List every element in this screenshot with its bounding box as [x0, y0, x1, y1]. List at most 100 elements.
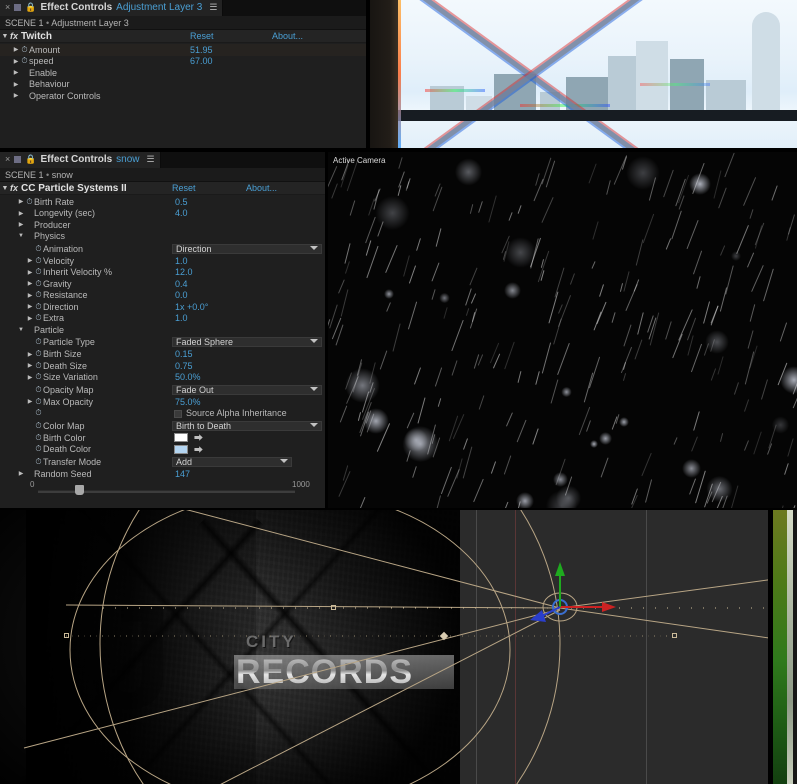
about-link[interactable]: About... — [246, 183, 277, 193]
property-value[interactable]: 0.4 — [175, 279, 188, 289]
color-swatch[interactable] — [174, 444, 188, 454]
dropdown-select[interactable]: Birth to Death — [172, 420, 322, 431]
disclosure-triangle-icon[interactable]: ▶ — [12, 81, 20, 88]
lock-icon[interactable]: 🔒 — [25, 2, 36, 13]
property-row[interactable]: ⏱ Source Alpha Inheritance — [0, 408, 325, 420]
tab-effect-controls-adjustment-layer[interactable]: × 🔒 Effect Controls Adjustment Layer 3 ☰ — [0, 0, 224, 16]
stopwatch-icon[interactable]: ⏱ — [34, 397, 43, 407]
glitch-skyline-preview[interactable] — [370, 0, 797, 148]
stopwatch-icon[interactable]: ⏱ — [34, 408, 43, 418]
property-row[interactable]: ▶ ⏱ Death Size 0.75 — [0, 360, 325, 372]
disclosure-triangle-icon[interactable]: ▶ — [26, 280, 34, 287]
path-handle[interactable] — [672, 633, 677, 638]
disclosure-triangle-icon[interactable]: ▶ — [17, 198, 25, 205]
stopwatch-icon[interactable]: ⏱ — [20, 45, 29, 55]
property-row[interactable]: ▶ ⏱ Max Opacity 75.0% — [0, 396, 325, 408]
stopwatch-icon[interactable]: ⏱ — [34, 337, 43, 347]
close-icon[interactable]: × — [5, 3, 10, 12]
stopwatch-icon[interactable]: ⏱ — [34, 256, 43, 266]
property-row[interactable]: ▶ ⏱ Birth Rate 0.5 — [0, 196, 325, 208]
panel-menu-icon[interactable]: ☰ — [209, 2, 217, 13]
property-row[interactable]: ▶ Random Seed 147 — [0, 468, 325, 480]
checkbox[interactable] — [174, 409, 182, 418]
property-row[interactable]: ▶ Operator Controls — [0, 90, 366, 102]
property-row[interactable]: ▶ Producer — [0, 219, 325, 231]
property-value[interactable]: 12.0 — [175, 267, 193, 277]
property-row[interactable]: ⏱ Particle Type Faded Sphere — [0, 336, 325, 349]
property-row[interactable]: ⏱ Transfer Mode Add — [0, 455, 325, 468]
path-handle[interactable] — [331, 605, 336, 610]
disclosure-open-icon[interactable]: ▼ — [17, 233, 25, 239]
reset-link[interactable]: Reset — [172, 183, 196, 193]
property-value[interactable]: 0.15 — [175, 349, 193, 359]
lock-icon[interactable]: 🔒 — [25, 154, 36, 165]
tab-effect-controls-snow[interactable]: × 🔒 Effect Controls snow ☰ — [0, 152, 161, 168]
disclosure-triangle-icon[interactable]: ▶ — [17, 210, 25, 217]
property-row[interactable]: ▶ ⏱ Gravity 0.4 — [0, 278, 325, 290]
property-row[interactable]: ⏱ Death Color ⮕ — [0, 444, 325, 456]
disclosure-triangle-icon[interactable]: ▶ — [26, 303, 34, 310]
property-row[interactable]: ▶ Enable — [0, 67, 366, 79]
disclosure-triangle-icon[interactable]: ▶ — [26, 398, 34, 405]
property-value[interactable]: 0.75 — [175, 361, 193, 371]
disclosure-triangle-icon[interactable]: ▶ — [26, 315, 34, 322]
stopwatch-icon[interactable]: ⏱ — [34, 457, 43, 467]
disclosure-triangle-icon[interactable]: ▶ — [12, 46, 20, 53]
stopwatch-icon[interactable]: ⏱ — [34, 372, 43, 382]
axis-gizmo[interactable] — [520, 560, 640, 650]
property-row[interactable]: ▼ Physics — [0, 231, 325, 243]
close-icon[interactable]: × — [5, 155, 10, 164]
property-value[interactable]: 1.0 — [175, 256, 188, 266]
property-value[interactable]: 147 — [175, 469, 190, 479]
random-seed-slider[interactable]: 0 1000 — [0, 480, 325, 496]
property-row[interactable]: ⏱ Opacity Map Fade Out — [0, 383, 325, 396]
disclosure-triangle-icon[interactable]: ▶ — [26, 374, 34, 381]
property-value[interactable]: 4.0 — [175, 208, 188, 218]
color-swatch[interactable] — [174, 433, 188, 442]
property-row[interactable]: ▼ Particle — [0, 324, 325, 336]
property-row[interactable]: ▶ ⏱ Resistance 0.0 — [0, 290, 325, 302]
disclosure-triangle-icon[interactable]: ▶ — [26, 292, 34, 299]
disclosure-triangle-icon[interactable]: ▼ — [0, 33, 10, 40]
dropdown-select[interactable]: Add — [172, 456, 292, 467]
disclosure-triangle-icon[interactable]: ▶ — [26, 269, 34, 276]
dropdown-select[interactable]: Direction — [172, 243, 322, 254]
property-row[interactable]: ▶ Behaviour — [0, 79, 366, 91]
path-handle[interactable] — [64, 633, 69, 638]
disclosure-triangle-icon[interactable]: ▼ — [0, 185, 10, 192]
stopwatch-icon[interactable]: ⏱ — [34, 267, 43, 277]
property-row[interactable]: ▶ ⏱ Direction 1x +0.0° — [0, 301, 325, 313]
stopwatch-icon[interactable]: ⏱ — [34, 279, 43, 289]
property-row[interactable]: ⏱ Animation Direction — [0, 242, 325, 255]
stopwatch-icon[interactable]: ⏱ — [34, 302, 43, 312]
stopwatch-icon[interactable]: ⏱ — [34, 349, 43, 359]
property-value[interactable]: 50.0% — [175, 372, 201, 382]
disclosure-triangle-icon[interactable]: ▶ — [26, 362, 34, 369]
stopwatch-icon[interactable]: ⏱ — [34, 313, 43, 323]
stopwatch-icon[interactable]: ⏱ — [34, 290, 43, 300]
property-row[interactable]: ▶ Longevity (sec) 4.0 — [0, 208, 325, 220]
property-row[interactable]: ▶ ⏱ Velocity 1.0 — [0, 255, 325, 267]
stopwatch-icon[interactable]: ⏱ — [25, 197, 34, 207]
disclosure-triangle-icon[interactable]: ▶ — [12, 69, 20, 76]
property-row[interactable]: ▶ ⏱ Amount 51.95 — [0, 44, 366, 56]
effect-header-twitch[interactable]: ▼ fx Twitch Reset About... — [0, 30, 366, 43]
active-camera-preview[interactable]: Active Camera — [328, 152, 797, 508]
property-row[interactable]: ▶ ⏱ Size Variation 50.0% — [0, 372, 325, 384]
disclosure-triangle-icon[interactable]: ▶ — [26, 257, 34, 264]
stopwatch-icon[interactable]: ⏱ — [34, 244, 43, 254]
property-value[interactable]: 1x +0.0° — [175, 302, 208, 312]
disclosure-open-icon[interactable]: ▼ — [17, 327, 25, 333]
stopwatch-icon[interactable]: ⏱ — [34, 444, 43, 454]
stopwatch-icon[interactable]: ⏱ — [20, 56, 29, 66]
property-row[interactable]: ▶ ⏱ Inherit Velocity % 12.0 — [0, 267, 325, 279]
stopwatch-icon[interactable]: ⏱ — [34, 421, 43, 431]
stopwatch-icon[interactable]: ⏱ — [34, 361, 43, 371]
reset-link[interactable]: Reset — [190, 31, 214, 41]
slider-thumb[interactable] — [74, 484, 84, 495]
property-value[interactable]: 0.5 — [175, 197, 188, 207]
panel-menu-icon[interactable]: ☰ — [147, 154, 155, 165]
stopwatch-icon[interactable]: ⏱ — [34, 433, 43, 443]
effect-header-particles[interactable]: ▼ fx CC Particle Systems II Reset About.… — [0, 182, 325, 195]
stopwatch-icon[interactable]: ⏱ — [34, 385, 43, 395]
